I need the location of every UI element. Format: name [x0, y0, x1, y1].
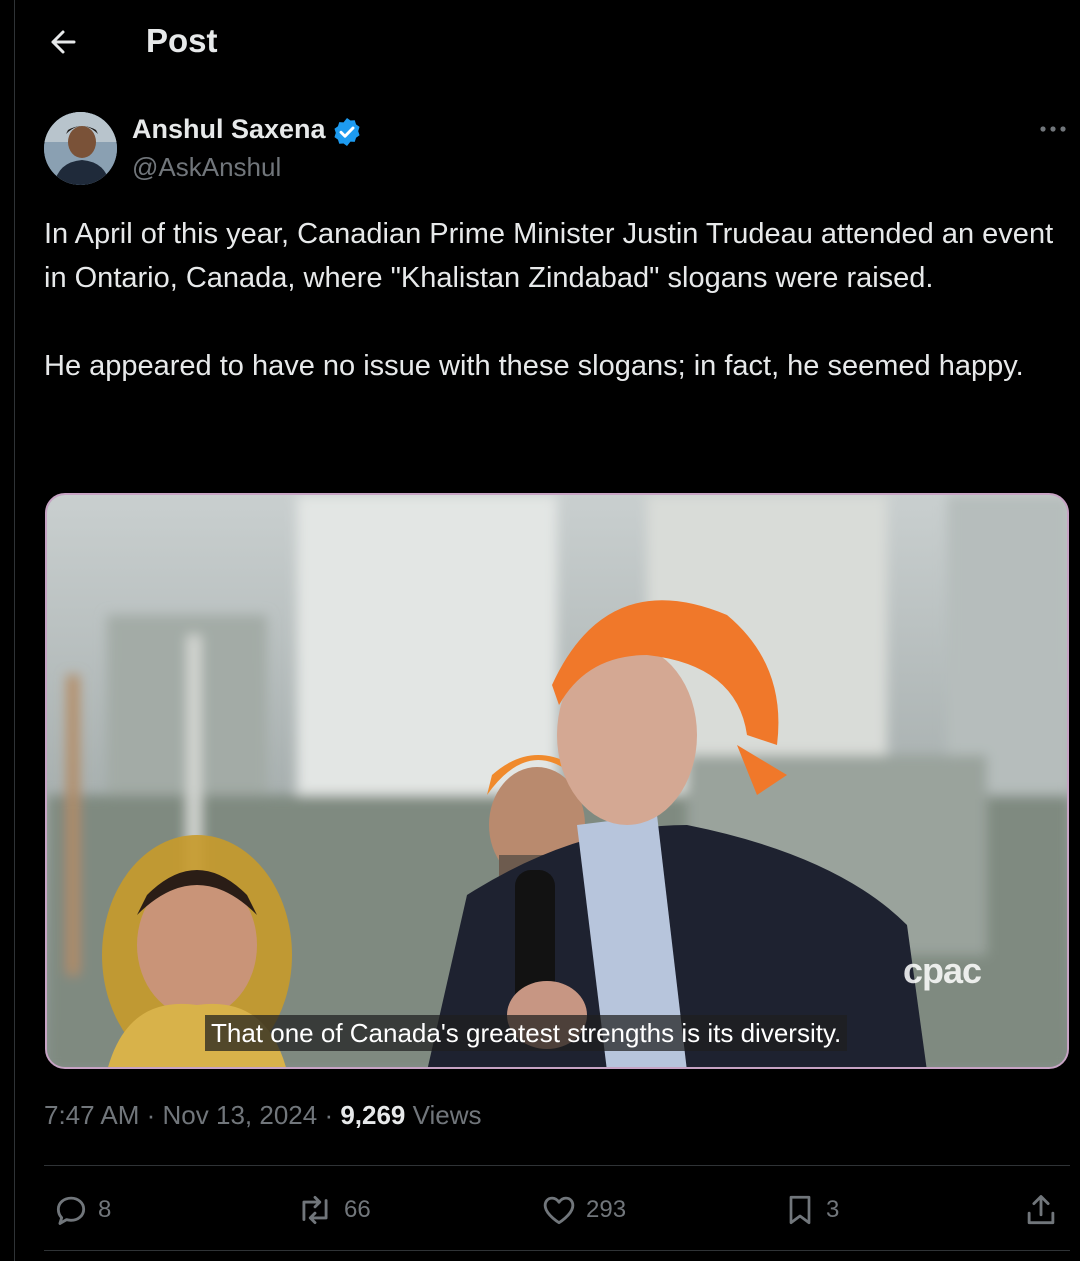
- avatar[interactable]: [44, 112, 117, 185]
- verified-badge-icon: [334, 118, 360, 146]
- column-border: [14, 0, 15, 1261]
- post-metadata: 7:47 AM · Nov 13, 2024 · 9,269 Views: [44, 1100, 482, 1131]
- post-video[interactable]: cpac That one of Canada's greatest stren…: [45, 493, 1069, 1069]
- page-title: Post: [146, 22, 218, 59]
- divider: [44, 1250, 1070, 1251]
- bookmark-count: 3: [826, 1196, 840, 1223]
- bookmark-icon: [789, 1195, 811, 1225]
- author-handle[interactable]: @AskAnshul: [132, 152, 281, 183]
- post-header: Post: [0, 0, 1080, 88]
- heart-icon: [543, 1196, 575, 1225]
- separator: ·: [146, 1100, 163, 1130]
- share-button[interactable]: [1022, 1188, 1060, 1232]
- post-text: In April of this year, Canadian Prime Mi…: [44, 218, 1054, 382]
- divider: [44, 1165, 1070, 1166]
- reply-icon: [56, 1196, 86, 1225]
- views-count: 9,269: [340, 1100, 406, 1130]
- repost-count: 66: [344, 1196, 371, 1223]
- arrow-left-icon[interactable]: [44, 22, 84, 62]
- post-date[interactable]: Nov 13, 2024: [163, 1100, 318, 1130]
- video-caption: That one of Canada's greatest strengths …: [205, 1015, 848, 1051]
- post-time[interactable]: 7:47 AM: [44, 1100, 139, 1130]
- reply-button[interactable]: 8: [52, 1188, 111, 1232]
- separator: ·: [324, 1100, 341, 1130]
- like-button[interactable]: 293: [540, 1188, 626, 1232]
- share-icon: [1027, 1195, 1055, 1225]
- bookmark-button[interactable]: 3: [782, 1188, 839, 1232]
- repost-icon: [302, 1195, 328, 1225]
- repost-button[interactable]: 66: [294, 1188, 371, 1232]
- views-label: Views: [412, 1100, 482, 1130]
- like-count: 293: [586, 1196, 627, 1223]
- reply-count: 8: [98, 1196, 112, 1223]
- author-name[interactable]: Anshul Saxena: [132, 114, 326, 145]
- video-watermark: cpac: [903, 950, 982, 991]
- more-options-icon[interactable]: [1036, 116, 1070, 142]
